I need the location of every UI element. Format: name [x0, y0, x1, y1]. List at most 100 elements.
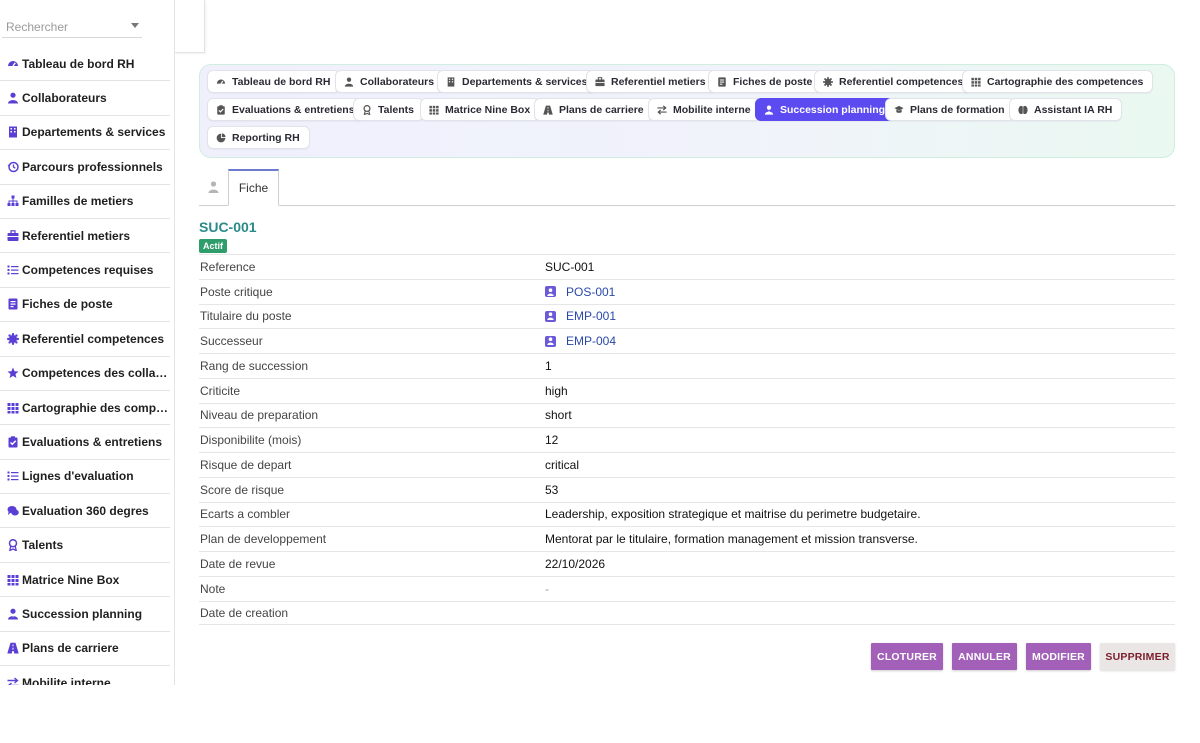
- detail-row-risque-de-depart: Risque de depart critical: [199, 452, 1175, 477]
- sidebar-item-referentiel-metiers[interactable]: Referentiel metiers: [0, 219, 170, 254]
- nav-pill-cartographie-des-competences[interactable]: Cartographie des competences: [962, 70, 1154, 93]
- building-icon: [446, 76, 456, 87]
- grid-icon: [971, 77, 981, 87]
- detail-row-plan-de-developpement: Plan de developpement Mentorat par le tit…: [199, 526, 1175, 551]
- nav-pill-label: Talents: [378, 103, 414, 116]
- nav-pill-label: Succession planning: [780, 103, 886, 116]
- sidebar-item-competences-requises[interactable]: Competences requises: [0, 253, 170, 288]
- sidebar-item-label: Competences requises: [22, 263, 154, 278]
- cloturer-button[interactable]: CLOTURER: [871, 643, 943, 670]
- field-value: 22/10/2026: [545, 557, 605, 571]
- sidebar-item-label: Departements & services: [22, 125, 166, 140]
- sidebar-item-fiches-de-poste[interactable]: Fiches de poste: [0, 288, 170, 323]
- sidebar-item-matrice-nine-box[interactable]: Matrice Nine Box: [0, 563, 170, 598]
- tab-fiche[interactable]: Fiche: [228, 169, 279, 206]
- id-card-icon: [8, 298, 17, 310]
- field-value-text: short: [545, 408, 572, 423]
- road-icon: [6, 643, 19, 654]
- detail-row-rang-de-succession: Rang de succession 1: [199, 353, 1175, 378]
- sidebar-item-departements-services[interactable]: Departements & services: [0, 116, 170, 151]
- nav-pill-collaborateurs[interactable]: Collaborateurs: [335, 70, 445, 93]
- sidebar-item-collaborateurs[interactable]: Collaborateurs: [0, 81, 170, 116]
- id-card-icon: [718, 76, 726, 87]
- sidebar-item-cartographie-des-competences[interactable]: Cartographie des competences: [0, 391, 170, 426]
- person-icon: [7, 92, 18, 104]
- field-value-text[interactable]: POS-001: [566, 285, 615, 299]
- user-badge-icon: [545, 335, 556, 347]
- field-value-text: SUC-001: [545, 259, 595, 274]
- field-label: Rang de succession: [200, 358, 309, 373]
- nav-pill-label: Tableau de bord RH: [232, 75, 331, 88]
- field-value[interactable]: EMP-001: [545, 309, 616, 323]
- road-icon: [543, 105, 553, 115]
- nav-pill-tableau-de-bord-rh[interactable]: Tableau de bord RH: [207, 70, 341, 93]
- sidebar-item-plans-de-carriere[interactable]: Plans de carriere: [0, 632, 170, 667]
- nav-pill-evaluations-entretiens[interactable]: Evaluations & entretiens: [207, 98, 365, 121]
- building-icon: [8, 126, 17, 138]
- nav-pill-mobilite-interne[interactable]: Mobilite interne: [648, 98, 761, 121]
- detail-row-niveau-de-preparation: Niveau de preparation short: [199, 402, 1175, 428]
- sidebar-item-referentiel-competences[interactable]: Referentiel competences: [0, 322, 170, 357]
- sidebar-menu: Tableau de bord RH Collaborateurs Departem…: [0, 47, 170, 685]
- sidebar-item-label: Talents: [22, 538, 64, 553]
- modifier-button[interactable]: MODIFIER: [1026, 643, 1091, 670]
- sidebar-item-label: Tableau de bord RH: [22, 56, 135, 71]
- comments-icon: [6, 505, 19, 517]
- comments-icon: [7, 505, 19, 516]
- exchange-icon: [7, 677, 19, 685]
- field-value[interactable]: POS-001: [545, 285, 615, 299]
- sidebar-item-succession-planning[interactable]: Succession planning: [0, 597, 170, 632]
- field-value-text: Leadership, exposition strategique et ma…: [545, 507, 921, 522]
- nav-pill-referentiel-competences[interactable]: Referentiel competences: [814, 70, 974, 93]
- sidebar-item-evaluations-entretiens[interactable]: Evaluations & entretiens: [0, 425, 170, 460]
- field-label: Note: [200, 581, 226, 596]
- person-icon: [6, 92, 19, 104]
- nav-pill-matrice-nine-box[interactable]: Matrice Nine Box: [420, 98, 541, 121]
- chevron-down-icon[interactable]: [131, 23, 139, 28]
- nav-pill-succession-planning[interactable]: Succession planning: [755, 98, 896, 121]
- nav-pill-referentiel-metiers[interactable]: Referentiel metiers: [586, 70, 716, 93]
- pie-chart-icon: [216, 132, 226, 143]
- grid-icon: [7, 574, 18, 586]
- badge-icon: [6, 332, 19, 345]
- sidebar-item-competences-des-collaborateurs[interactable]: Competences des collaborateurs: [0, 357, 170, 391]
- sidebar-item-talents[interactable]: Talents: [0, 528, 170, 563]
- field-value-text[interactable]: EMP-001: [566, 309, 616, 323]
- sidebar-item-label: Referentiel metiers: [22, 228, 131, 243]
- search-select[interactable]: Rechercher: [2, 14, 142, 38]
- sidebar-item-mobilite-interne[interactable]: Mobilite interne: [0, 666, 170, 685]
- annuler-button[interactable]: ANNULER: [952, 643, 1017, 670]
- field-value[interactable]: EMP-004: [545, 334, 616, 348]
- history-icon: [7, 161, 19, 173]
- nav-pill-talents[interactable]: Talents: [353, 98, 424, 121]
- supprimer-button[interactable]: SUPPRIMER: [1100, 643, 1175, 670]
- field-value: 1: [545, 359, 552, 373]
- brain-icon: [1018, 105, 1028, 115]
- nav-pill-reporting-rh[interactable]: Reporting RH: [207, 126, 310, 149]
- sitemap-icon: [6, 195, 19, 207]
- field-value: Mentorat par le titulaire, formation man…: [545, 532, 918, 546]
- sidebar-item-parcours-professionnels[interactable]: Parcours professionnels: [0, 150, 170, 185]
- building-icon: [6, 126, 19, 138]
- sidebar-item-evaluation-360-degres[interactable]: Evaluation 360 degres: [0, 494, 170, 529]
- nav-pill-plans-de-carriere[interactable]: Plans de carriere: [534, 98, 654, 121]
- nav-pill-label: Referentiel competences: [839, 75, 964, 88]
- clipboard-check-icon: [8, 436, 17, 448]
- tab-person[interactable]: [199, 169, 228, 205]
- sidebar-item-tableau-de-bord-rh[interactable]: Tableau de bord RH: [0, 47, 170, 82]
- dashboard-icon: [7, 60, 18, 67]
- nav-pill-label: Departements & services: [462, 75, 588, 88]
- field-value-text[interactable]: EMP-004: [566, 334, 616, 348]
- nav-pill-fiches-de-poste[interactable]: Fiches de poste: [708, 70, 823, 93]
- award-icon: [363, 104, 371, 115]
- sidebar-item-familles-de-metiers[interactable]: Familles de metiers: [0, 185, 170, 219]
- nav-pill-assistant-ia-rh[interactable]: Assistant IA RH: [1009, 98, 1123, 121]
- award-icon: [362, 104, 372, 115]
- nav-pill-plans-de-formation[interactable]: Plans de formation: [885, 98, 1015, 121]
- module-nav: Tableau de bord RH Collaborateurs Departem…: [199, 64, 1175, 158]
- list-icon: [7, 471, 18, 481]
- sidebar-item-label: Evaluations & entretiens: [22, 434, 163, 449]
- detail-row-score-de-risque: Score de risque 53: [199, 476, 1175, 502]
- nav-pill-departements-services[interactable]: Departements & services: [437, 70, 598, 93]
- sidebar-item-lignes-d-evaluation[interactable]: Lignes d'evaluation: [0, 460, 170, 495]
